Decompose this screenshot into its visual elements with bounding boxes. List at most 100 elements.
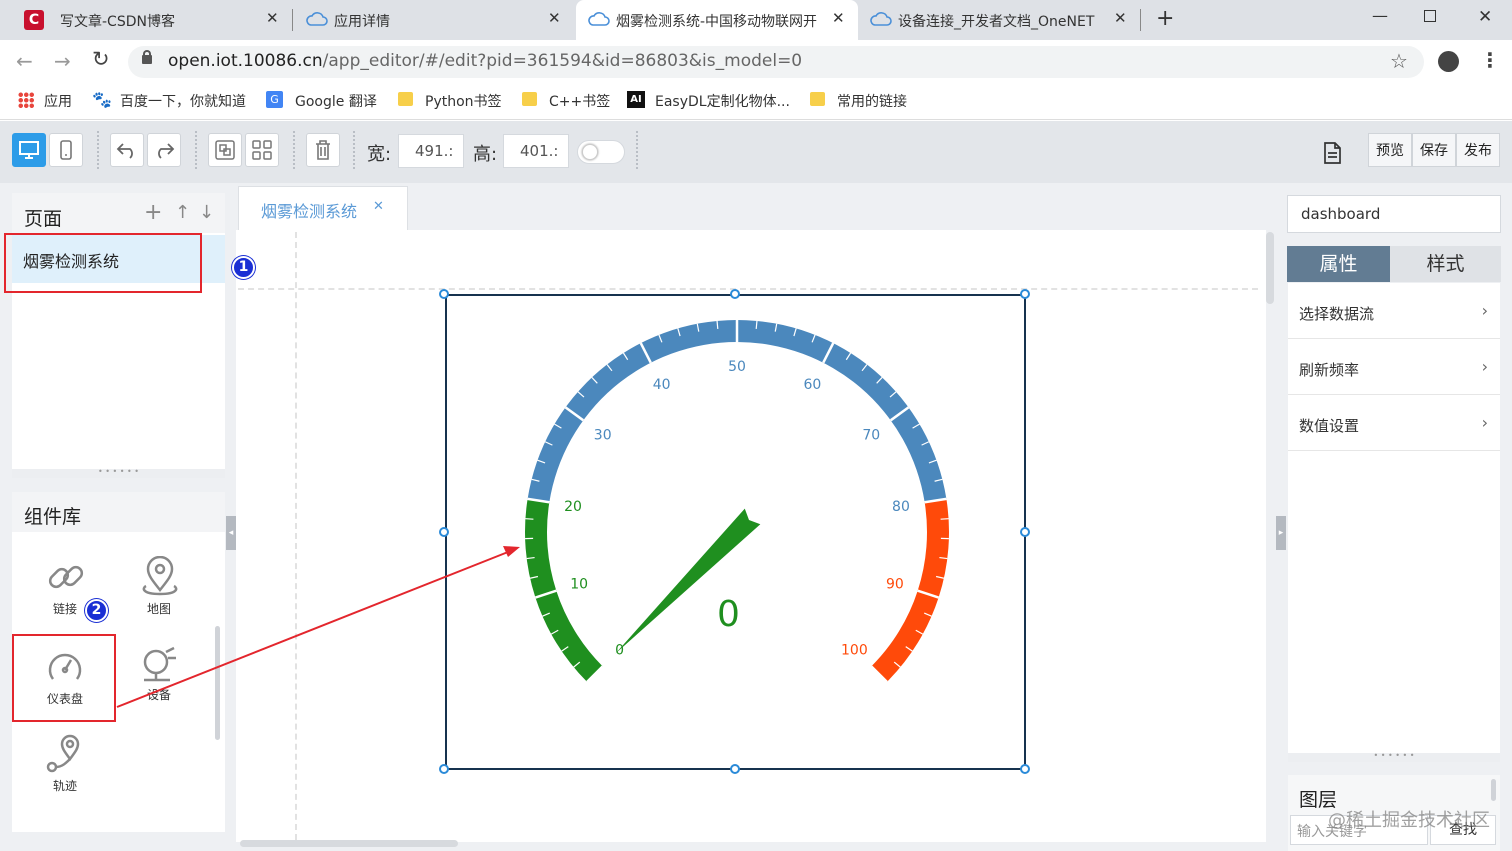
trash-icon <box>316 140 330 160</box>
width-label: 宽: <box>367 144 392 165</box>
track-icon[interactable] <box>44 733 86 777</box>
forward-icon[interactable]: → <box>54 49 71 73</box>
add-page-icon[interactable]: + <box>144 200 162 225</box>
minimize-icon[interactable]: — <box>1372 6 1388 25</box>
reload-icon[interactable]: ↻ <box>92 47 110 71</box>
gauge-tick-label: 100 <box>841 642 868 658</box>
close-tab-icon[interactable]: ✕ <box>1114 9 1127 27</box>
prop-row-value[interactable]: 数值设置 › <box>1288 395 1500 451</box>
bookmark-cpp[interactable]: C++书签 <box>549 91 610 111</box>
component-search-value: dashboard <box>1301 205 1381 223</box>
redo-button[interactable] <box>147 133 181 167</box>
pages-resize-handle[interactable]: • • • • • • <box>12 468 225 478</box>
close-tab-icon[interactable]: ✕ <box>266 9 279 27</box>
close-tab-icon[interactable]: ✕ <box>548 9 561 27</box>
resize-handle-sw[interactable] <box>439 764 449 774</box>
browser-tab-onenet-docs[interactable]: 设备连接_开发者文档_OneNET ✕ <box>860 0 1140 40</box>
prop-row-datastream[interactable]: 选择数据流 › <box>1288 283 1500 339</box>
folder-icon <box>398 92 413 106</box>
bookmark-star-icon[interactable]: ☆ <box>1390 49 1408 73</box>
gauge-widget[interactable]: 0 10 20 30 40 50 60 70 80 90 100 0 <box>445 294 1026 770</box>
prop-row-label: 刷新频率 <box>1299 361 1360 379</box>
bookmark-baidu[interactable]: 百度一下，你就知道 <box>120 91 246 111</box>
chevron-right-icon: › <box>1481 413 1488 432</box>
guide-line-vertical <box>295 232 297 840</box>
group-button[interactable] <box>208 133 242 167</box>
gauge-tick-label: 20 <box>564 499 582 515</box>
width-input[interactable]: 491.: <box>398 134 464 168</box>
url-input[interactable]: open.iot.10086.cn/app_editor/#/edit?pid=… <box>128 46 1424 78</box>
gauge-tick <box>755 320 758 329</box>
canvas-hscrollbar[interactable] <box>240 840 458 847</box>
save-button[interactable]: 保存 <box>1412 133 1456 167</box>
highlight-box-pages <box>4 233 202 293</box>
gauge-tick <box>716 320 719 329</box>
resize-handle-e[interactable] <box>1020 527 1030 537</box>
height-input[interactable]: 401.: <box>503 134 569 168</box>
right-collapse-handle[interactable]: ▸ <box>1276 516 1286 550</box>
document-icon[interactable] <box>1321 141 1343 165</box>
library-scrollbar[interactable] <box>215 626 220 740</box>
restore-icon[interactable] <box>1424 10 1436 22</box>
resize-handle-ne[interactable] <box>1020 289 1030 299</box>
apps-grid-icon[interactable] <box>18 92 34 108</box>
ungroup-button[interactable] <box>245 133 279 167</box>
component-search-input[interactable]: dashboard <box>1287 195 1501 233</box>
close-window-icon[interactable]: ✕ <box>1478 7 1492 27</box>
canvas-tab[interactable]: 烟雾检测系统 ✕ <box>238 186 408 230</box>
browser-tab-app-detail[interactable]: 应用详情 ✕ <box>292 0 574 40</box>
move-down-icon[interactable]: ↓ <box>199 202 214 223</box>
preview-button[interactable]: 预览 <box>1368 133 1412 167</box>
tab-style[interactable]: 样式 <box>1390 246 1501 282</box>
browser-tab-csdn[interactable]: C 写文章-CSDN博客 ✕ <box>8 0 288 40</box>
new-tab-icon[interactable]: + <box>1156 6 1174 31</box>
gauge-tick-label: 10 <box>570 576 588 592</box>
bookmark-apps[interactable]: 应用 <box>44 91 72 111</box>
back-icon[interactable]: ← <box>16 49 33 73</box>
gauge-band <box>527 319 947 503</box>
ungroup-icon <box>252 140 272 160</box>
resize-handle-nw[interactable] <box>439 289 449 299</box>
group-icon <box>215 140 235 160</box>
toggle-knob <box>582 144 598 160</box>
browser-tab-smoke-active[interactable]: 烟雾检测系统-中国移动物联网开 ✕ <box>576 0 858 40</box>
layers-scrollbar[interactable] <box>1491 779 1496 801</box>
folder-icon <box>810 92 825 106</box>
delete-button[interactable] <box>306 133 340 167</box>
close-tab-icon[interactable]: ✕ <box>832 9 845 27</box>
link-icon[interactable] <box>45 556 87 598</box>
close-canvas-tab-icon[interactable]: ✕ <box>373 199 384 214</box>
map-pin-icon[interactable] <box>140 556 180 598</box>
browser-menu-icon[interactable]: ⋮ <box>1480 48 1500 72</box>
browser-tab-bar: C 写文章-CSDN博客 ✕ 应用详情 ✕ 烟雾检测系统-中国移动物联网开 ✕ … <box>0 0 1512 40</box>
right-resize-handle[interactable]: • • • • • • <box>1288 752 1500 762</box>
undo-button[interactable] <box>110 133 144 167</box>
bookmark-python[interactable]: Python书签 <box>425 91 502 111</box>
component-track-label: 轨迹 <box>52 779 77 793</box>
gauge-band <box>525 498 603 682</box>
bookmark-google-translate[interactable]: Google 翻译 <box>295 91 377 111</box>
gauge-tick-label: 80 <box>892 499 910 515</box>
canvas-vscrollbar[interactable] <box>1266 232 1274 304</box>
publish-button[interactable]: 发布 <box>1456 133 1500 167</box>
gauge-tick-label: 50 <box>728 359 746 375</box>
snap-toggle[interactable] <box>577 140 625 164</box>
resize-handle-se[interactable] <box>1020 764 1030 774</box>
gauge-value: 0 <box>717 594 740 635</box>
resize-handle-s[interactable] <box>730 764 740 774</box>
move-up-icon[interactable]: ↑ <box>175 202 190 223</box>
bookmark-common-links[interactable]: 常用的链接 <box>837 91 907 111</box>
tab-properties[interactable]: 属性 <box>1287 246 1390 282</box>
annotation-badge-2: 2 <box>85 599 108 622</box>
desktop-view-button[interactable] <box>12 133 46 167</box>
resize-handle-n[interactable] <box>730 289 740 299</box>
cloud-icon <box>588 12 610 26</box>
watermark: @稀土掘金技术社区 <box>1328 810 1490 831</box>
left-collapse-handle[interactable]: ◂ <box>226 516 236 550</box>
mobile-view-button[interactable] <box>49 133 83 167</box>
profile-avatar-icon[interactable] <box>1438 51 1459 72</box>
device-icon[interactable] <box>136 644 180 688</box>
bookmark-easydl[interactable]: EasyDL定制化物体... <box>655 91 790 111</box>
resize-handle-w[interactable] <box>439 527 449 537</box>
prop-row-refresh[interactable]: 刷新频率 › <box>1288 339 1500 395</box>
